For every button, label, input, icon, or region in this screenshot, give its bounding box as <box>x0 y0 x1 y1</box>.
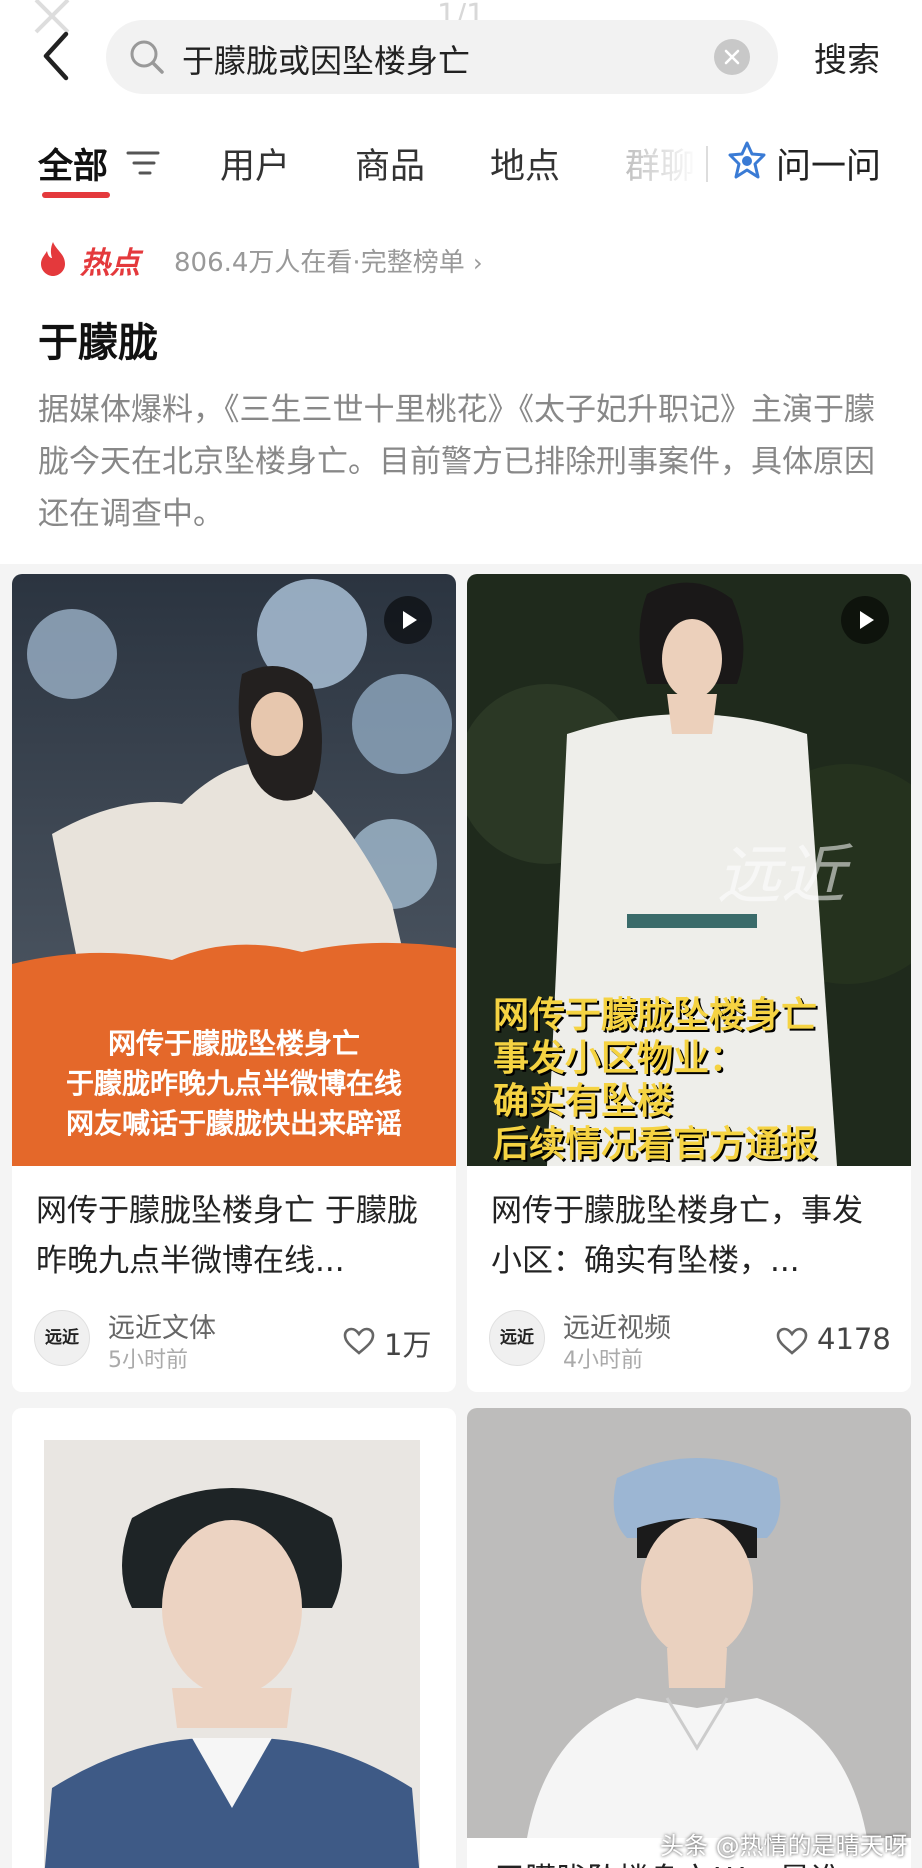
tab-products[interactable]: 商品 <box>355 138 425 189</box>
play-icon <box>860 611 874 629</box>
post-time: 4小时前 <box>563 1348 643 1373</box>
thumbnail-caption-line: 确实有坠楼 <box>493 1080 674 1122</box>
hot-title: 于朦胧 <box>38 320 158 366</box>
hot-meta-link[interactable]: 806.4万人在看·完整榜单 › <box>174 242 483 279</box>
heart-icon <box>343 1327 375 1355</box>
active-tab-indicator <box>42 192 110 198</box>
filter-icon[interactable] <box>126 148 160 178</box>
thumbnail-caption: 网传于朦胧坠楼身亡 事发小区物业： 确实有坠楼 后续情况看官方通报 <box>467 994 911 1166</box>
author-avatar[interactable]: 远近 <box>34 1310 90 1366</box>
ask-label: 问一问 <box>776 147 882 187</box>
filter-tabs: 全部 用户 商品 地点 群聊 问一问 <box>0 118 922 214</box>
result-card[interactable] <box>467 1408 911 1868</box>
chevron-right-icon: › <box>472 249 483 277</box>
author-name[interactable]: 远近视频 <box>563 1306 671 1345</box>
author-avatar[interactable]: 远近 <box>489 1310 545 1366</box>
result-card[interactable] <box>12 1408 456 1868</box>
hot-topic-card[interactable]: 热点 806.4万人在看·完整榜单 › 于朦胧 据媒体爆料，《三生三世十里桃花》… <box>0 214 922 564</box>
tab-fade-overlay <box>620 118 720 214</box>
back-arrow-icon[interactable] <box>38 28 74 84</box>
top-bar: 1/1 于朦胧或因坠楼身亡 搜索 <box>0 0 922 118</box>
tab-places[interactable]: 地点 <box>490 138 560 189</box>
search-button[interactable]: 搜索 <box>814 33 880 81</box>
thumbnail-watermark: 远近 <box>717 839 845 913</box>
clear-icon <box>724 49 740 65</box>
post-time: 5小时前 <box>108 1348 188 1373</box>
flame-icon <box>41 242 65 276</box>
play-button[interactable] <box>384 596 432 644</box>
clear-search-button[interactable] <box>714 39 750 75</box>
search-icon <box>130 40 164 74</box>
ask-star-icon <box>728 141 766 179</box>
thumbnail-caption-line: 于朦胧昨晚九点半微博在线 <box>65 1067 402 1100</box>
card-title: 网传于朦胧坠楼身亡，事发小区：确实有坠楼，... <box>491 1193 863 1279</box>
thumbnail-caption-line: 网传于朦胧坠楼身亡 <box>107 1027 360 1060</box>
like-count: 4178 <box>817 1322 891 1356</box>
play-icon <box>403 611 417 629</box>
search-input[interactable]: 于朦胧或因坠楼身亡 <box>106 20 778 94</box>
photo-thumbnail <box>12 1408 456 1868</box>
source-watermark: 头条 @热情的是晴天呀 <box>660 1832 908 1860</box>
hot-meta-text: 806.4万人在看·完整榜单 <box>174 248 465 278</box>
photo-thumbnail <box>467 1408 911 1838</box>
thumbnail-caption-line: 网友喊话于朦胧快出来辟谣 <box>65 1107 402 1140</box>
hot-tag: 热点 <box>80 246 140 281</box>
play-button[interactable] <box>841 596 889 644</box>
heart-icon <box>776 1327 808 1355</box>
result-card[interactable]: 远近 网传于朦胧坠楼身亡 事发小区物业： 确实有坠楼 后续情况看官方通报 网传于… <box>467 574 911 1392</box>
search-query-text: 于朦胧或因坠楼身亡 <box>182 42 471 80</box>
thumbnail-caption: 网传于朦胧坠楼身亡 于朦胧昨晚九点半微博在线 网友喊话于朦胧快出来辟谣 <box>12 1024 456 1144</box>
thumbnail-caption-line: 网传于朦胧坠楼身亡 <box>493 994 818 1036</box>
card-title: 网传于朦胧坠楼身亡 于朦胧昨晚九点半微博在线... <box>36 1193 418 1279</box>
thumbnail-caption-line: 后续情况看官方通报 <box>493 1123 818 1165</box>
author-name[interactable]: 远近文体 <box>108 1306 216 1345</box>
tab-all[interactable]: 全部 <box>38 138 108 189</box>
tab-users[interactable]: 用户 <box>220 138 290 189</box>
hot-description: 据媒体爆料，《三生三世十里桃花》《太子妃升职记》主演于朦胧今天在北京坠楼身亡。目… <box>38 392 875 532</box>
search-results-page: 1/1 于朦胧或因坠楼身亡 搜索 全部 用户 商品 地点 问一问 热点 806.… <box>0 0 922 1868</box>
thumbnail-caption-line: 事发小区物业： <box>493 1037 746 1079</box>
result-card[interactable]: 网传于朦胧坠楼身亡 于朦胧昨晚九点半微博在线 网友喊话于朦胧快出来辟谣 网传于朦… <box>12 574 456 1392</box>
tab-divider <box>706 146 708 182</box>
like-count: 1万 <box>384 1328 432 1362</box>
